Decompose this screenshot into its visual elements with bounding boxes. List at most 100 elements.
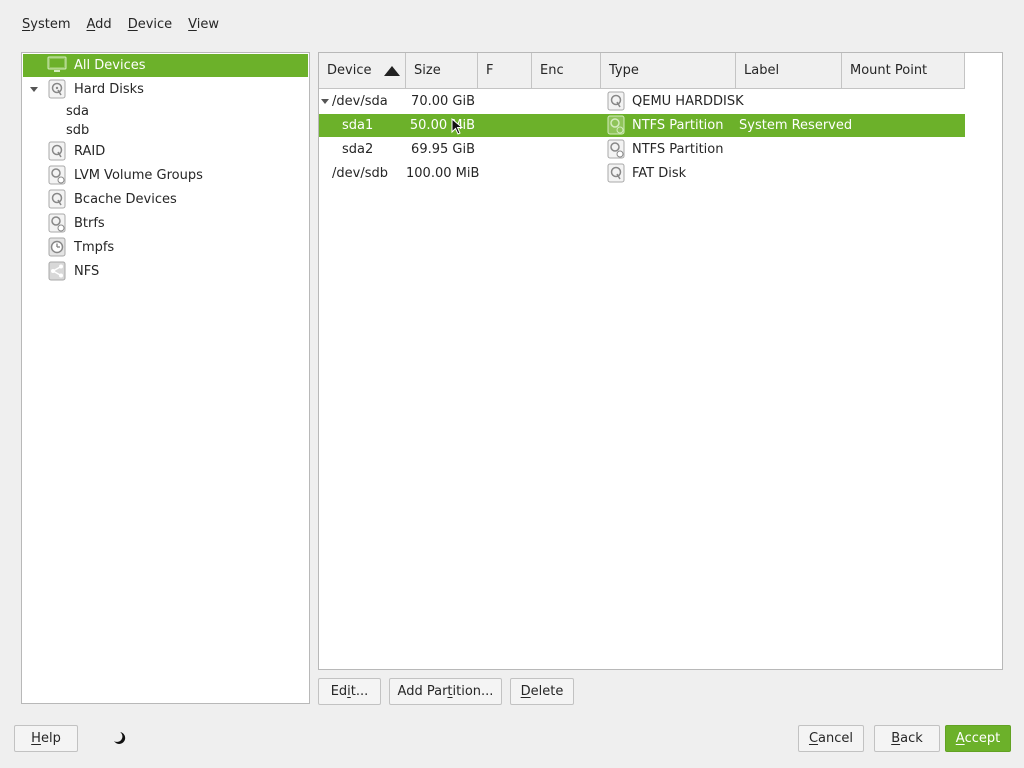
menu-view[interactable]: View: [180, 14, 227, 36]
raid-icon: [48, 141, 66, 161]
cancel-button[interactable]: Cancel: [798, 725, 864, 752]
tree-item-bcache-devices[interactable]: Bcache Devices: [23, 188, 308, 211]
hard-disk-icon: [607, 91, 625, 111]
tree-item-sdb[interactable]: sdb: [23, 119, 308, 142]
button-mnemonic: D: [520, 684, 531, 699]
btrfs-icon: [48, 213, 66, 233]
column-header-device[interactable]: Device: [319, 53, 406, 88]
cell-type: NTFS Partition: [632, 118, 724, 133]
device-table: Device Size F Enc Type Label Mount Point…: [318, 52, 1003, 670]
nfs-icon: [48, 261, 66, 281]
column-header-label: F: [486, 63, 494, 78]
menu-label: evice: [137, 17, 173, 32]
column-header-size[interactable]: Size: [406, 53, 478, 88]
column-header-label: Mount Point: [850, 63, 928, 78]
column-header-label: Enc: [540, 63, 564, 78]
add-partition-button[interactable]: Add Par t ition...: [389, 678, 502, 705]
back-button[interactable]: Back: [874, 725, 940, 752]
button-mnemonic: A: [955, 731, 965, 746]
tree-item-label: Btrfs: [74, 216, 105, 231]
cell-size: 50.00 MiB: [409, 118, 475, 133]
tree-item-label: Tmpfs: [74, 240, 115, 255]
table-row[interactable]: /dev/sda 70.00 GiB QEMU HARDDISK: [319, 90, 965, 113]
sort-ascending-icon: [384, 66, 400, 76]
table-row[interactable]: /dev/sdb 100.00 MiB FAT Disk: [319, 162, 965, 185]
button-label: t...: [350, 684, 369, 699]
cell-device: sda1: [342, 118, 374, 133]
tree-item-label: sdb: [66, 123, 90, 138]
button-label: ccept: [964, 731, 1001, 746]
monitor-icon: [47, 56, 67, 72]
column-header-label: Type: [609, 63, 639, 78]
cell-device: sda2: [342, 142, 374, 157]
menu-mnemonic: A: [86, 17, 96, 32]
table-header: Device Size F Enc Type Label Mount Point: [319, 53, 965, 89]
column-header-type[interactable]: Type: [601, 53, 736, 88]
cell-label: System Reserved: [739, 118, 853, 133]
tree-item-hard-disks[interactable]: Hard Disks: [23, 78, 308, 101]
tree-item-label: LVM Volume Groups: [74, 168, 203, 183]
cell-size: 69.95 GiB: [411, 142, 475, 157]
device-tree: All Devices Hard Disks sda sdb RAID LVM …: [21, 52, 310, 704]
column-header-label[interactable]: Label: [736, 53, 842, 88]
menu-mnemonic: D: [127, 17, 138, 32]
hard-disk-icon: [607, 163, 625, 183]
button-label: elete: [530, 684, 564, 699]
cell-type: FAT Disk: [632, 166, 687, 181]
edit-button[interactable]: Ed i t...: [318, 678, 381, 705]
cell-type: QEMU HARDDISK: [632, 94, 744, 109]
button-mnemonic: B: [891, 731, 901, 746]
cell-type: NTFS Partition: [632, 142, 724, 157]
mouse-cursor-icon: [451, 118, 463, 135]
partition-icon: [607, 115, 625, 135]
tree-item-label: sda: [66, 104, 89, 119]
collapse-arrow-icon[interactable]: [321, 99, 329, 104]
accept-button[interactable]: Accept: [945, 725, 1011, 752]
tree-item-label: Hard Disks: [74, 82, 144, 97]
moon-icon[interactable]: [112, 731, 126, 745]
expand-arrow-icon[interactable]: [30, 87, 38, 92]
menu-label: iew: [196, 17, 220, 32]
menu-device[interactable]: Device: [120, 14, 180, 36]
cell-device: /dev/sdb: [332, 166, 388, 181]
button-label: Add Par: [397, 684, 448, 699]
tree-item-label: NFS: [74, 264, 100, 279]
column-header-enc[interactable]: Enc: [532, 53, 601, 88]
partition-icon: [607, 139, 625, 159]
help-button[interactable]: Help: [14, 725, 78, 752]
tree-item-label: RAID: [74, 144, 106, 159]
tree-item-raid[interactable]: RAID: [23, 140, 308, 163]
bcache-icon: [48, 189, 66, 209]
column-header-label: Size: [414, 63, 441, 78]
column-header-mount-point[interactable]: Mount Point: [842, 53, 965, 88]
cell-device: /dev/sda: [332, 94, 388, 109]
tree-item-tmpfs[interactable]: Tmpfs: [23, 236, 308, 259]
column-header-label: Device: [327, 63, 372, 78]
menu-label: ystem: [30, 17, 71, 32]
table-row-selected[interactable]: sda1 50.00 MiB NTFS Partition System Res…: [319, 114, 965, 137]
menubar: System Add Device View: [14, 14, 227, 36]
tree-item-lvm-volume-groups[interactable]: LVM Volume Groups: [23, 164, 308, 187]
hard-disk-icon: [48, 79, 66, 99]
delete-button[interactable]: Delete: [510, 678, 574, 705]
button-mnemonic: C: [808, 731, 819, 746]
table-row[interactable]: sda2 69.95 GiB NTFS Partition: [319, 138, 965, 161]
tree-item-label: All Devices: [74, 58, 146, 73]
button-label: Ed: [330, 684, 348, 699]
menu-system[interactable]: System: [14, 14, 79, 36]
button-label: ancel: [818, 731, 854, 746]
button-label: ack: [900, 731, 923, 746]
lvm-icon: [48, 165, 66, 185]
menu-add[interactable]: Add: [79, 14, 120, 36]
tree-item-label: Bcache Devices: [74, 192, 177, 207]
tree-item-all-devices[interactable]: All Devices: [23, 54, 308, 77]
button-label: elp: [40, 731, 61, 746]
button-mnemonic: H: [31, 731, 41, 746]
tree-item-btrfs[interactable]: Btrfs: [23, 212, 308, 235]
tree-item-nfs[interactable]: NFS: [23, 260, 308, 283]
button-label: ition...: [452, 684, 494, 699]
cell-size: 70.00 GiB: [411, 94, 475, 109]
column-header-f[interactable]: F: [478, 53, 532, 88]
cell-size: 100.00 MiB: [406, 166, 480, 181]
tmpfs-icon: [48, 237, 66, 257]
